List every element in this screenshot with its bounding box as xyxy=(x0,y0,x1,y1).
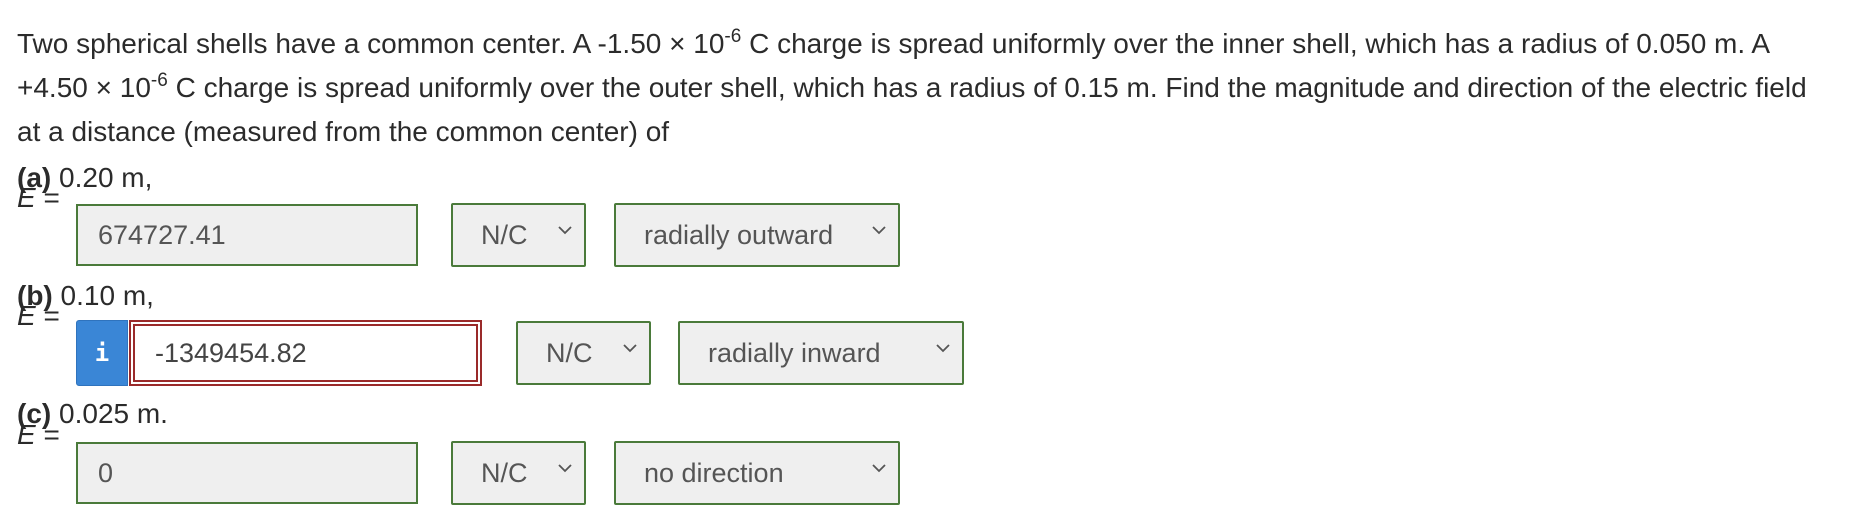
e-symbol: E xyxy=(17,300,36,331)
problem-text: C charge is spread uniformly over the ou… xyxy=(17,72,1807,147)
e-symbol: E xyxy=(17,182,36,213)
chevron-down-icon xyxy=(872,225,886,237)
e-symbol: E xyxy=(17,419,36,450)
exponent: -6 xyxy=(150,69,168,91)
direction-select-b[interactable]: radially inward xyxy=(678,321,964,385)
e-label: E = xyxy=(17,300,60,332)
part-distance: 0.025 m. xyxy=(51,398,168,429)
chevron-down-icon xyxy=(558,463,572,475)
info-icon: i xyxy=(94,339,110,367)
unit-select-a[interactable]: N/C xyxy=(451,203,586,267)
e-label: E = xyxy=(17,419,60,451)
chevron-down-icon xyxy=(558,225,572,237)
equals-sign: = xyxy=(35,419,60,450)
e-label: E = xyxy=(17,182,60,214)
chevron-down-icon xyxy=(936,343,950,355)
direction-select-value: radially outward xyxy=(644,219,834,250)
info-button[interactable]: i xyxy=(76,320,128,386)
unit-select-value: N/C xyxy=(481,219,528,250)
unit-select-value: N/C xyxy=(546,337,593,368)
chevron-down-icon xyxy=(872,463,886,475)
problem-statement: Two spherical shells have a common cente… xyxy=(17,22,1837,154)
equals-sign: = xyxy=(35,182,60,213)
answer-input-c[interactable]: 0 xyxy=(76,442,418,504)
part-distance: 0.20 m, xyxy=(51,162,153,193)
unit-select-c[interactable]: N/C xyxy=(451,441,586,505)
direction-select-value: radially inward xyxy=(708,337,881,368)
equals-sign: = xyxy=(35,300,60,331)
unit-select-value: N/C xyxy=(481,457,528,488)
direction-select-a[interactable]: radially outward xyxy=(614,203,900,267)
part-distance: 0.10 m, xyxy=(52,280,154,311)
unit-select-b[interactable]: N/C xyxy=(516,321,651,385)
answer-input-b[interactable]: -1349454.82 xyxy=(129,320,482,386)
answer-input-a[interactable]: 674727.41 xyxy=(76,204,418,266)
direction-select-c[interactable]: no direction xyxy=(614,441,900,505)
direction-select-value: no direction xyxy=(644,457,784,488)
problem-intro: Two spherical shells have a common cente… xyxy=(17,28,725,59)
exponent: -6 xyxy=(724,25,742,47)
chevron-down-icon xyxy=(623,343,637,355)
